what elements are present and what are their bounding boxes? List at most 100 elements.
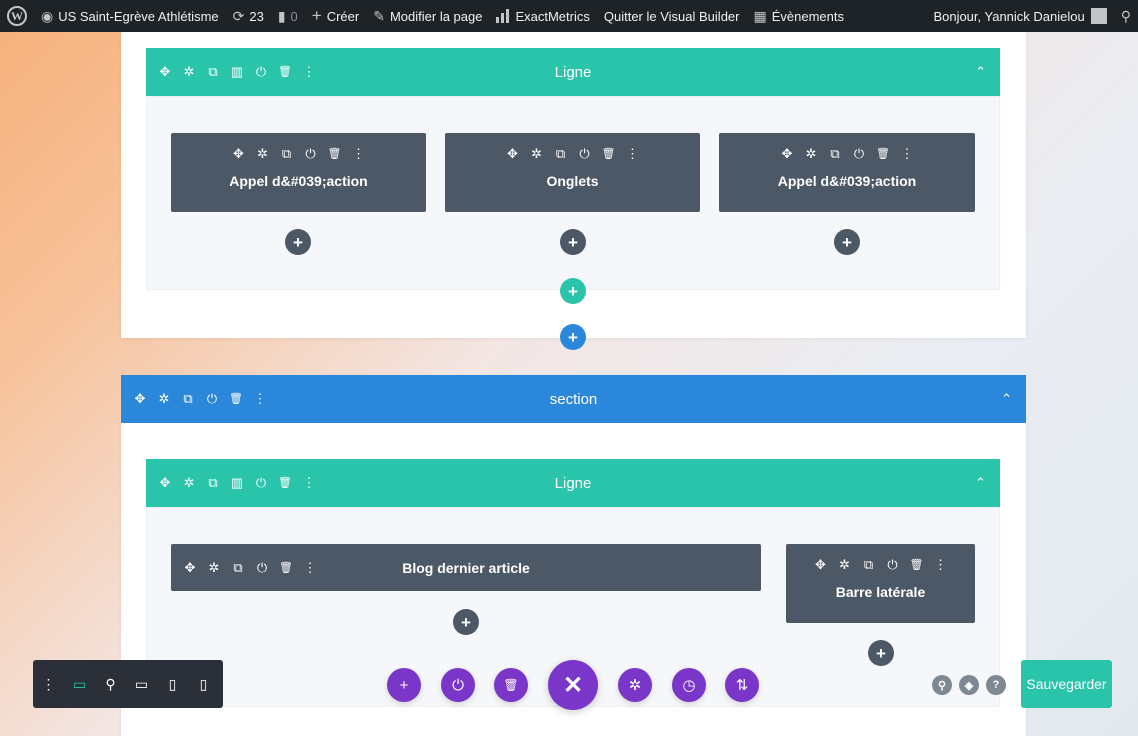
exactmetrics-link[interactable]: ExactMetrics (489, 0, 596, 32)
collapse-caret-icon[interactable]: ⌃ (1001, 391, 1012, 407)
add-module-button[interactable]: + (285, 229, 311, 255)
more-icon[interactable]: ⋮ (302, 65, 316, 79)
settings-icon[interactable]: ✲ (256, 147, 270, 161)
updates-link[interactable]: ⟳ 23 (226, 0, 271, 32)
settings-icon[interactable]: ✲ (182, 65, 196, 79)
search-icon: ⚲ (1120, 7, 1131, 24)
move-icon[interactable]: ✥ (183, 560, 197, 575)
module-sidebar[interactable]: ✥ ✲ ⧉ ⏻ 🗑 ⋮ Barre latérale (786, 544, 975, 623)
duplicate-icon[interactable]: ⧉ (181, 392, 195, 406)
help-icon[interactable]: ? (986, 675, 1006, 695)
columns-icon[interactable]: ▥ (230, 476, 244, 490)
add-module-button[interactable]: + (834, 229, 860, 255)
delete-button[interactable]: 🗑 (494, 668, 528, 702)
find-replace-icon[interactable]: ⚲ (932, 675, 952, 695)
more-icon[interactable]: ⋮ (626, 147, 640, 161)
power-icon[interactable]: ⏻ (254, 65, 268, 79)
more-icon[interactable]: ⋮ (352, 147, 366, 161)
power-icon[interactable]: ⏻ (886, 558, 900, 572)
settings-icon[interactable]: ✲ (157, 392, 171, 406)
disable-button[interactable]: ⏻ (441, 668, 475, 702)
more-icon[interactable]: ⋮ (934, 558, 948, 572)
my-account-link[interactable]: Bonjour, Yannick Danielou (926, 0, 1113, 32)
move-icon[interactable]: ✥ (158, 476, 172, 490)
trash-icon[interactable]: 🗑 (876, 147, 890, 161)
collapse-caret-icon[interactable]: ⌃ (975, 475, 986, 491)
more-icon[interactable]: ⋮ (253, 392, 267, 406)
row-1-header[interactable]: ✥ ✲ ⧉ ▥ ⏻ 🗑 ⋮ Ligne ⌃ (146, 48, 1000, 96)
move-icon[interactable]: ✥ (814, 558, 828, 572)
power-icon[interactable]: ⏻ (205, 392, 219, 406)
layers-icon[interactable]: ◈ (959, 675, 979, 695)
columns-icon[interactable]: ▥ (230, 65, 244, 79)
trash-icon[interactable]: 🗑 (278, 65, 292, 79)
collapse-caret-icon[interactable]: ⌃ (975, 64, 986, 80)
dashboard-icon: ◉ (41, 7, 54, 24)
row-2-header[interactable]: ✥ ✲ ⧉ ▥ ⏻ 🗑 ⋮ Ligne ⌃ (146, 459, 1000, 507)
add-section-button[interactable]: + (560, 324, 586, 350)
section-2-header[interactable]: ✥ ✲ ⧉ ⏻ 🗑 ⋮ section ⌃ (121, 375, 1026, 423)
search-link[interactable]: ⚲ (1114, 0, 1138, 32)
more-icon[interactable]: ⋮ (900, 147, 914, 161)
site-name-link[interactable]: ◉ US Saint-Egrève Athlétisme (34, 0, 226, 32)
duplicate-icon[interactable]: ⧉ (206, 65, 220, 79)
add-row-button[interactable]: + (560, 278, 586, 304)
module-blog-latest-post[interactable]: ✥ ✲ ⧉ ⏻ 🗑 ⋮ Blog dernier article (171, 544, 761, 591)
close-button[interactable]: ✕ (548, 660, 598, 710)
move-icon[interactable]: ✥ (158, 65, 172, 79)
trash-icon[interactable]: 🗑 (278, 476, 292, 490)
events-link[interactable]: ▦ Évènements (746, 0, 851, 32)
zoom-icon[interactable]: ⚲ (95, 676, 126, 693)
move-icon[interactable]: ✥ (232, 147, 246, 161)
trash-icon[interactable]: 🗑 (910, 558, 924, 572)
comments-link[interactable]: ▮ 0 (271, 0, 305, 32)
power-icon[interactable]: ⏻ (254, 476, 268, 490)
quit-visual-builder-link[interactable]: Quitter le Visual Builder (597, 0, 747, 32)
trash-icon[interactable]: 🗑 (279, 561, 293, 575)
move-icon[interactable]: ✥ (506, 147, 520, 161)
settings-icon[interactable]: ✲ (530, 147, 544, 161)
settings-icon[interactable]: ✲ (838, 558, 852, 572)
more-icon[interactable]: ⋮ (303, 560, 317, 575)
add-module-button[interactable]: + (868, 640, 894, 666)
save-button[interactable]: Sauvegarder (1021, 660, 1112, 708)
new-content-link[interactable]: + Créer (305, 0, 366, 32)
move-icon[interactable]: ✥ (780, 147, 794, 161)
add-button[interactable]: + (387, 668, 421, 702)
duplicate-icon[interactable]: ⧉ (828, 147, 842, 161)
module-call-to-action-1[interactable]: ✥ ✲ ⧉ ⏻ 🗑 ⋮ Appel d&#039;action (171, 133, 426, 212)
edit-page-link[interactable]: ✎ Modifier la page (366, 0, 489, 32)
settings-icon[interactable]: ✲ (207, 560, 221, 575)
portability-button[interactable]: ⇅ (725, 668, 759, 702)
power-icon[interactable]: ⏻ (578, 147, 592, 161)
settings-icon[interactable]: ✲ (804, 147, 818, 161)
add-module-button[interactable]: + (560, 229, 586, 255)
duplicate-icon[interactable]: ⧉ (280, 147, 294, 161)
history-button[interactable]: ◷ (672, 668, 706, 702)
more-icon[interactable]: ⋮ (302, 476, 316, 490)
phone-view-icon[interactable]: ▯ (188, 676, 219, 693)
module-tabs[interactable]: ✥ ✲ ⧉ ⏻ 🗑 ⋮ Onglets (445, 133, 700, 212)
move-icon[interactable]: ✥ (133, 392, 147, 406)
duplicate-icon[interactable]: ⧉ (231, 560, 245, 575)
duplicate-icon[interactable]: ⧉ (206, 476, 220, 490)
settings-icon[interactable]: ✲ (182, 476, 196, 490)
trash-icon[interactable]: 🗑 (229, 392, 243, 406)
power-icon[interactable]: ⏻ (255, 560, 269, 575)
more-icon[interactable]: ⋮ (33, 676, 64, 693)
row-2-toolbar: ✥ ✲ ⧉ ▥ ⏻ 🗑 ⋮ (146, 476, 316, 490)
trash-icon: 🗑 (503, 678, 519, 692)
add-module-button[interactable]: + (453, 609, 479, 635)
module-call-to-action-2[interactable]: ✥ ✲ ⧉ ⏻ 🗑 ⋮ Appel d&#039;action (719, 133, 975, 212)
power-icon[interactable]: ⏻ (304, 147, 318, 161)
wp-logo-menu[interactable]: W (0, 0, 34, 32)
trash-icon[interactable]: 🗑 (328, 147, 342, 161)
wireframe-view-icon[interactable]: ▭ (64, 676, 95, 693)
trash-icon[interactable]: 🗑 (602, 147, 616, 161)
duplicate-icon[interactable]: ⧉ (862, 558, 876, 572)
duplicate-icon[interactable]: ⧉ (554, 147, 568, 161)
page-settings-button[interactable]: ✲ (618, 668, 652, 702)
desktop-view-icon[interactable]: ▭ (126, 676, 157, 693)
tablet-view-icon[interactable]: ▯ (157, 676, 188, 693)
power-icon[interactable]: ⏻ (852, 147, 866, 161)
